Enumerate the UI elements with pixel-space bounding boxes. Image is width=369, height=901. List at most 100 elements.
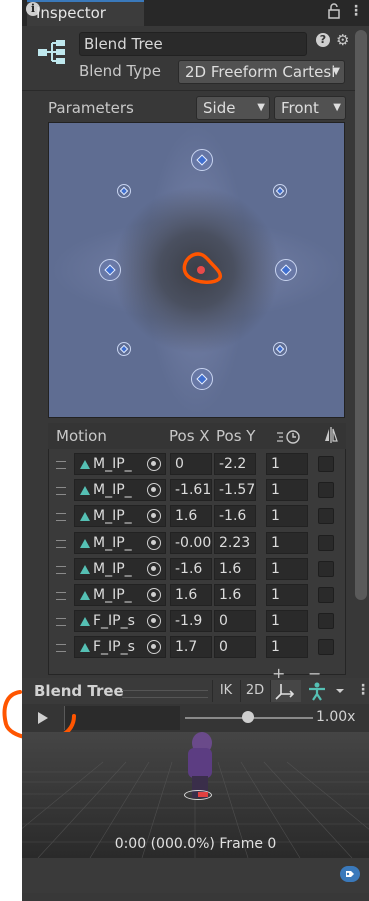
table-row[interactable]: M_IP_ -1.6 1.6 1 — [48, 557, 346, 582]
drag-handle[interactable] — [56, 592, 66, 600]
gear-icon[interactable]: ⚙ — [336, 31, 349, 49]
blend-type-label: Blend Type — [79, 62, 161, 80]
lock-icon[interactable] — [327, 3, 341, 23]
mirror-checkbox[interactable] — [318, 534, 334, 551]
motion-name: M_IP_ — [93, 534, 132, 551]
pos-y-field[interactable]: 1.6 — [214, 584, 256, 606]
table-row[interactable]: M_IP_ -1.61 -1.57 1 — [48, 479, 346, 503]
pos-x-field[interactable]: -0.00 — [170, 531, 212, 554]
pivot-toggle[interactable] — [270, 680, 301, 702]
timeline-readout: 0:00 (000.0%) Frame 0 — [114, 836, 277, 852]
blend-type-dropdown[interactable]: 2D Freeform Cartesi ▼ — [178, 60, 345, 84]
blend-tree-icon — [36, 38, 68, 70]
pos-x-field[interactable]: 1.6 — [170, 505, 212, 528]
pos-x-field[interactable]: -1.61 — [170, 479, 212, 502]
mirror-checkbox[interactable] — [318, 508, 334, 525]
drag-handle[interactable] — [56, 618, 66, 627]
motion-name: F_IP_s — [93, 639, 135, 656]
table-row[interactable]: M_IP_ 0 -2.2 1 — [48, 453, 346, 477]
drag-handle[interactable] — [56, 644, 66, 653]
table-row[interactable]: M_IP_ 1.6 -1.6 1 — [48, 505, 346, 529]
ik-toggle[interactable]: IK — [212, 680, 239, 702]
clock-speed-icon — [276, 428, 302, 448]
pos-y-field[interactable]: 2.23 — [214, 531, 256, 554]
2d-toggle[interactable]: 2D — [240, 680, 269, 702]
animation-clip-icon — [80, 538, 90, 548]
speed-field[interactable]: 1 — [266, 610, 308, 633]
asset-labels-bar — [22, 858, 369, 893]
drag-handle[interactable] — [56, 487, 66, 496]
tag-icon[interactable] — [340, 866, 360, 882]
motion-name: M_IP_ — [93, 508, 132, 525]
pos-x-field[interactable]: -1.9 — [170, 610, 212, 633]
motion-name: M_IP_ — [93, 456, 132, 472]
table-row[interactable]: F_IP_s -1.9 0 1 — [48, 610, 346, 634]
motion-node[interactable] — [191, 149, 213, 171]
table-row[interactable]: M_IP_ 1.6 1.6 1 — [48, 584, 346, 608]
speed-value: 1.00x — [316, 709, 356, 725]
drag-handle[interactable] — [56, 461, 66, 469]
speed-field[interactable]: 1 — [266, 479, 308, 502]
mirror-checkbox[interactable] — [318, 456, 334, 472]
animation-clip-icon — [80, 564, 90, 574]
help-icon[interactable]: ? — [316, 33, 330, 47]
motion-node[interactable] — [117, 184, 131, 198]
blend-tree-name-field[interactable]: Blend Tree — [79, 32, 307, 56]
pos-y-field[interactable]: -1.57 — [214, 479, 256, 502]
speed-field[interactable]: 1 — [266, 453, 308, 475]
mirror-checkbox[interactable] — [318, 560, 334, 577]
speed-slider-thumb[interactable] — [242, 711, 254, 723]
motion-node[interactable] — [275, 259, 297, 281]
motion-node[interactable] — [273, 184, 287, 198]
speed-field[interactable]: 1 — [266, 505, 308, 528]
table-row[interactable]: F_IP_s 1.7 0 1 — [48, 636, 346, 660]
pos-x-field[interactable]: -1.6 — [170, 557, 212, 580]
motion-node[interactable] — [191, 368, 213, 390]
drag-handle[interactable] — [56, 565, 66, 574]
motion-node[interactable] — [99, 259, 121, 281]
pos-y-field[interactable]: -1.6 — [214, 505, 256, 528]
animation-clip-icon — [80, 460, 90, 469]
motion-node[interactable] — [273, 342, 287, 356]
pos-x-field[interactable]: 1.6 — [170, 584, 212, 606]
param-x-dropdown[interactable]: Side ▼ — [196, 96, 270, 120]
window-edge — [0, 0, 22, 901]
preview-viewport[interactable]: 0:00 (000.0%) Frame 0 — [22, 732, 369, 858]
pos-x-field[interactable]: 0 — [170, 453, 212, 475]
mirror-checkbox[interactable] — [318, 587, 334, 603]
object-picker-icon[interactable] — [147, 535, 161, 550]
pos-x-field[interactable]: 1.7 — [170, 636, 212, 659]
table-row[interactable]: M_IP_ -0.00 2.23 1 — [48, 531, 346, 556]
pos-y-field[interactable]: -2.2 — [214, 453, 256, 475]
kebab-menu-icon[interactable]: ⋮ — [349, 3, 363, 19]
drag-handle[interactable] — [122, 690, 208, 698]
speed-field[interactable]: 1 — [266, 584, 308, 606]
animation-clip-icon — [80, 512, 90, 522]
object-picker-icon[interactable] — [147, 457, 161, 471]
drag-handle[interactable] — [56, 513, 66, 522]
mirror-checkbox[interactable] — [318, 639, 334, 656]
mirror-checkbox[interactable] — [318, 482, 334, 499]
param-y-dropdown[interactable]: Front ▼ — [274, 96, 346, 120]
avatar-body — [188, 748, 212, 778]
speed-field[interactable]: 1 — [266, 531, 308, 554]
object-picker-icon[interactable] — [147, 588, 161, 602]
motion-name: M_IP_ — [93, 482, 132, 499]
avatar-dropdown[interactable] — [304, 680, 348, 702]
object-picker-icon[interactable] — [147, 561, 161, 576]
animation-clip-icon — [80, 617, 90, 627]
pos-y-field[interactable]: 1.6 — [214, 557, 256, 580]
motion-node[interactable] — [117, 342, 131, 356]
scrollbar-thumb[interactable] — [355, 30, 367, 600]
speed-field[interactable]: 1 — [266, 557, 308, 580]
mirror-checkbox[interactable] — [318, 613, 334, 630]
animation-clip-icon — [80, 486, 90, 496]
drag-handle[interactable] — [56, 539, 66, 548]
speed-field[interactable]: 1 — [266, 636, 308, 659]
preview-menu-icon[interactable]: ⋮ — [356, 682, 369, 698]
parameters-label: Parameters — [48, 99, 134, 117]
blend-space-graph[interactable] — [48, 122, 345, 418]
chevron-down-icon: ▼ — [257, 102, 265, 113]
pos-y-field[interactable]: 0 — [214, 610, 256, 633]
pos-y-field[interactable]: 0 — [214, 636, 256, 659]
